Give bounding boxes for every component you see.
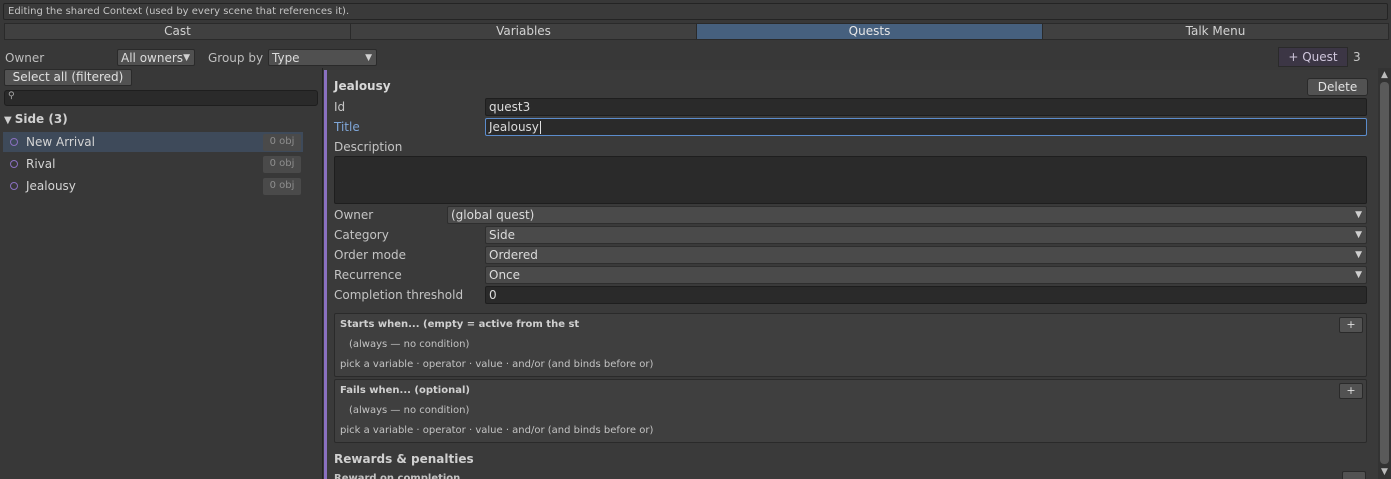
chevron-down-icon: ▼ (1355, 270, 1362, 280)
recurrence-label: Recurrence (334, 268, 402, 282)
add-reward-button[interactable] (1342, 471, 1366, 479)
triangle-down-icon: ▼ (4, 115, 12, 126)
recurrence-value: Once (489, 268, 521, 282)
tab-talk-menu[interactable]: Talk Menu (1042, 23, 1389, 40)
completion-threshold-label: Completion threshold (334, 288, 464, 302)
quest-list-item[interactable]: New Arrival 0 obj (3, 132, 303, 152)
order-mode-dropdown[interactable]: Ordered ▼ (485, 246, 1367, 264)
quest-list-item[interactable]: Rival 0 obj (3, 154, 303, 174)
recurrence-dropdown[interactable]: Once ▼ (485, 266, 1367, 284)
chevron-down-icon: ▼ (183, 53, 190, 63)
quest-name-heading: Jealousy (334, 79, 391, 93)
select-all-button[interactable]: Select all (filtered) (4, 69, 132, 86)
group-header-label: Side (3) (14, 112, 68, 126)
fails-when-title: Fails when... (optional) (340, 385, 470, 396)
tab-quests[interactable]: Quests (696, 23, 1043, 40)
category-dropdown[interactable]: Side ▼ (485, 226, 1367, 244)
owner-filter-label: Owner (5, 51, 45, 65)
fails-when-always: (always — no condition) (349, 405, 470, 416)
rewards-heading: Rewards & penalties (334, 452, 474, 466)
chevron-down-icon: ▼ (365, 53, 372, 63)
group-header-side[interactable]: ▼ Side (3) (4, 112, 68, 126)
quest-item-name: New Arrival (26, 135, 95, 149)
circle-icon (10, 138, 18, 146)
group-by-value: Type (272, 51, 300, 65)
object-count-badge: 0 obj (263, 134, 301, 151)
add-quest-button[interactable]: + Quest (1278, 47, 1348, 67)
group-by-dropdown[interactable]: Type ▼ (268, 49, 377, 66)
title-value: Jealousy (489, 120, 539, 134)
quest-detail-panel: Jealousy Delete Id quest3 Title Jealousy… (324, 70, 1378, 479)
quest-list-panel: Select all (filtered) ⚲ ▼ Side (3) New Ar… (0, 68, 323, 479)
circle-icon (10, 160, 18, 168)
starts-when-hint: pick a variable · operator · value · and… (340, 359, 654, 370)
search-input[interactable]: ⚲ (4, 90, 318, 106)
scrollbar-thumb[interactable] (1380, 82, 1389, 464)
tab-cast[interactable]: Cast (4, 23, 351, 40)
text-caret (539, 121, 541, 134)
description-textarea[interactable] (334, 156, 1367, 204)
object-count-badge: 0 obj (263, 156, 301, 173)
scroll-down-arrow-icon[interactable]: ▼ (1381, 467, 1388, 477)
object-count-badge: 0 obj (263, 178, 301, 195)
search-icon: ⚲ (8, 91, 15, 101)
scroll-up-arrow-icon[interactable]: ▲ (1381, 70, 1388, 80)
quest-item-name: Rival (26, 157, 56, 171)
title-label: Title (334, 120, 360, 134)
quest-list-item[interactable]: Jealousy 0 obj (3, 176, 303, 196)
order-mode-value: Ordered (489, 248, 538, 262)
fails-when-hint: pick a variable · operator · value · and… (340, 425, 654, 436)
completion-threshold-value: 0 (489, 288, 497, 302)
owner-filter-dropdown[interactable]: All owners ▼ (117, 49, 195, 66)
chevron-down-icon: ▼ (1355, 210, 1362, 220)
starts-when-box: Starts when... (empty = active from the … (334, 313, 1367, 377)
starts-when-title: Starts when... (empty = active from the … (340, 319, 580, 330)
chevron-down-icon: ▼ (1355, 250, 1362, 260)
main-tabs: Cast Variables Quests Talk Menu (4, 23, 1389, 40)
delete-button[interactable]: Delete (1307, 78, 1368, 96)
owner-filter-value: All owners (121, 51, 184, 65)
title-field[interactable]: Jealousy (485, 118, 1367, 136)
description-label: Description (334, 140, 403, 154)
id-value: quest3 (489, 100, 531, 114)
tab-variables[interactable]: Variables (350, 23, 697, 40)
category-label: Category (334, 228, 389, 242)
reward-on-completion-label: Reward on completion (334, 473, 461, 479)
owner-dropdown[interactable]: (global quest) ▼ (447, 206, 1367, 224)
id-label: Id (334, 100, 346, 114)
owner-value: (global quest) (451, 208, 535, 222)
shared-context-banner: Editing the shared Context (used by ever… (3, 3, 1388, 20)
starts-when-always: (always — no condition) (349, 339, 470, 350)
completion-threshold-field[interactable]: 0 (485, 286, 1367, 304)
filter-bar: Owner All owners ▼ Group by Type ▼ + Que… (0, 47, 1391, 68)
circle-icon (10, 182, 18, 190)
group-by-label: Group by (208, 51, 264, 65)
fails-when-box: Fails when... (optional) + (always — no … (334, 379, 1367, 443)
detail-scrollbar[interactable]: ▲ ▼ (1378, 68, 1391, 479)
add-start-condition-button[interactable]: + (1339, 317, 1363, 333)
quest-item-name: Jealousy (26, 179, 76, 193)
id-field[interactable]: quest3 (485, 98, 1367, 116)
owner-label: Owner (334, 208, 374, 222)
order-mode-label: Order mode (334, 248, 406, 262)
quest-count: 3 (1353, 50, 1361, 64)
chevron-down-icon: ▼ (1355, 230, 1362, 240)
add-fail-condition-button[interactable]: + (1339, 383, 1363, 399)
category-value: Side (489, 228, 515, 242)
